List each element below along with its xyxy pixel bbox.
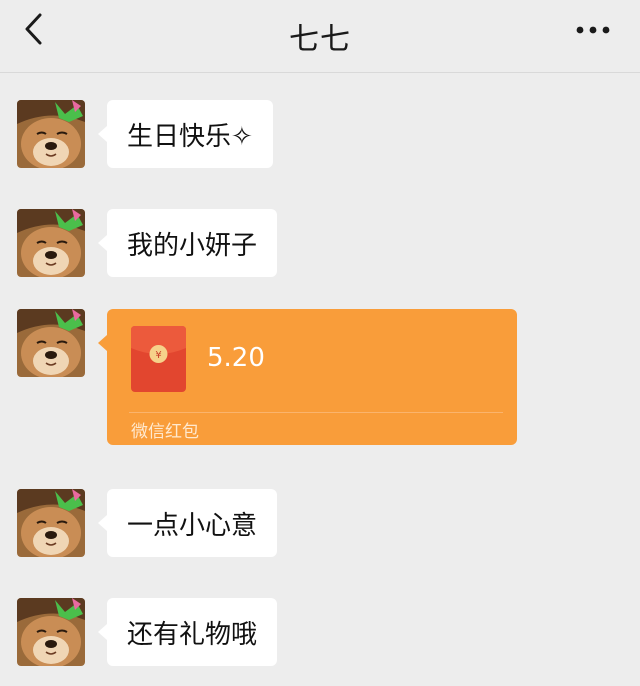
svg-text:¥: ¥ (155, 350, 161, 361)
avatar[interactable] (17, 598, 85, 666)
message-bubble[interactable]: 一点小心意 (97, 489, 278, 557)
chat-header: 七七 (0, 0, 640, 73)
message-bubble[interactable]: 还有礼物哦 (97, 598, 278, 666)
chat-title: 七七 (289, 22, 351, 57)
more-horizontal-icon (576, 26, 610, 34)
divider (129, 412, 503, 413)
red-packet-message[interactable]: ¥ 5.20 微信红包 (98, 309, 517, 445)
avatar[interactable] (17, 209, 85, 277)
more-button[interactable] (574, 20, 614, 40)
red-packet-amount: 5.20 (207, 343, 265, 373)
message-bubble[interactable]: 生日快乐✧ (98, 100, 273, 168)
avatar[interactable] (17, 100, 85, 168)
avatar[interactable] (17, 309, 85, 377)
avatar[interactable] (17, 489, 85, 557)
message-bubble[interactable]: 我的小妍子 (97, 209, 278, 277)
red-envelope-icon: ¥ (131, 326, 186, 392)
red-packet-label: 微信红包 (131, 422, 199, 442)
